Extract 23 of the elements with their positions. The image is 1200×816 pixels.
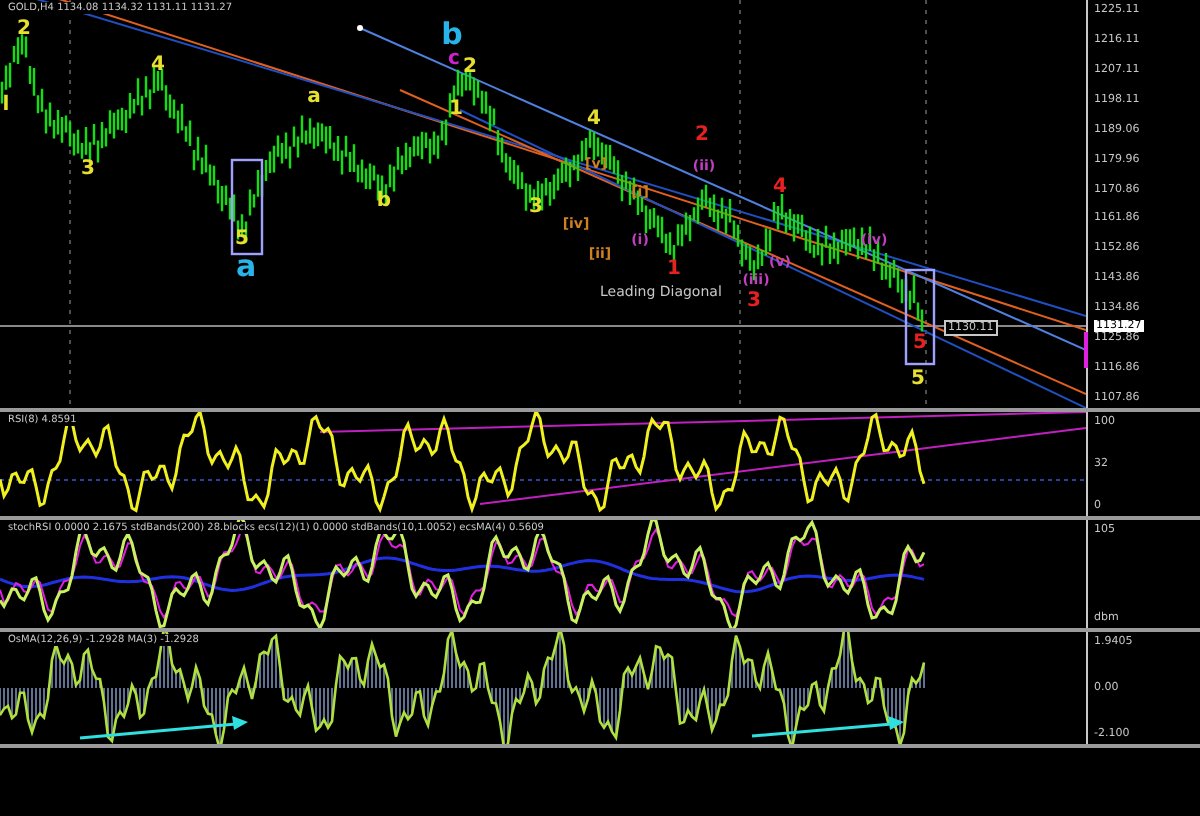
- wave-label: 1: [449, 98, 463, 120]
- wave-label: 4: [151, 54, 165, 76]
- wave-label: 3: [81, 158, 95, 180]
- wave-label: 3: [529, 196, 543, 218]
- wave-label: 4: [587, 108, 601, 130]
- highlight-box: [230, 158, 264, 256]
- wave-label: a: [307, 86, 321, 108]
- wave-label: 5: [235, 228, 249, 250]
- wave-label: b: [441, 16, 463, 52]
- wave-label: 5: [913, 332, 927, 354]
- wave-label: 1: [667, 258, 681, 280]
- wave-label: c: [448, 48, 460, 70]
- wave-label: 5: [911, 368, 925, 390]
- anchor-point: [357, 25, 363, 31]
- highlight-box: [904, 268, 936, 366]
- wave-label: l: [2, 94, 10, 116]
- wave-label: 3: [747, 290, 761, 312]
- wave-label: a: [235, 248, 257, 284]
- wave-label: 2: [695, 124, 709, 146]
- wave-label: 2: [17, 18, 31, 40]
- wave-label: 4: [773, 176, 787, 198]
- wave-label: 2: [463, 56, 477, 78]
- wave-label: b: [376, 190, 392, 212]
